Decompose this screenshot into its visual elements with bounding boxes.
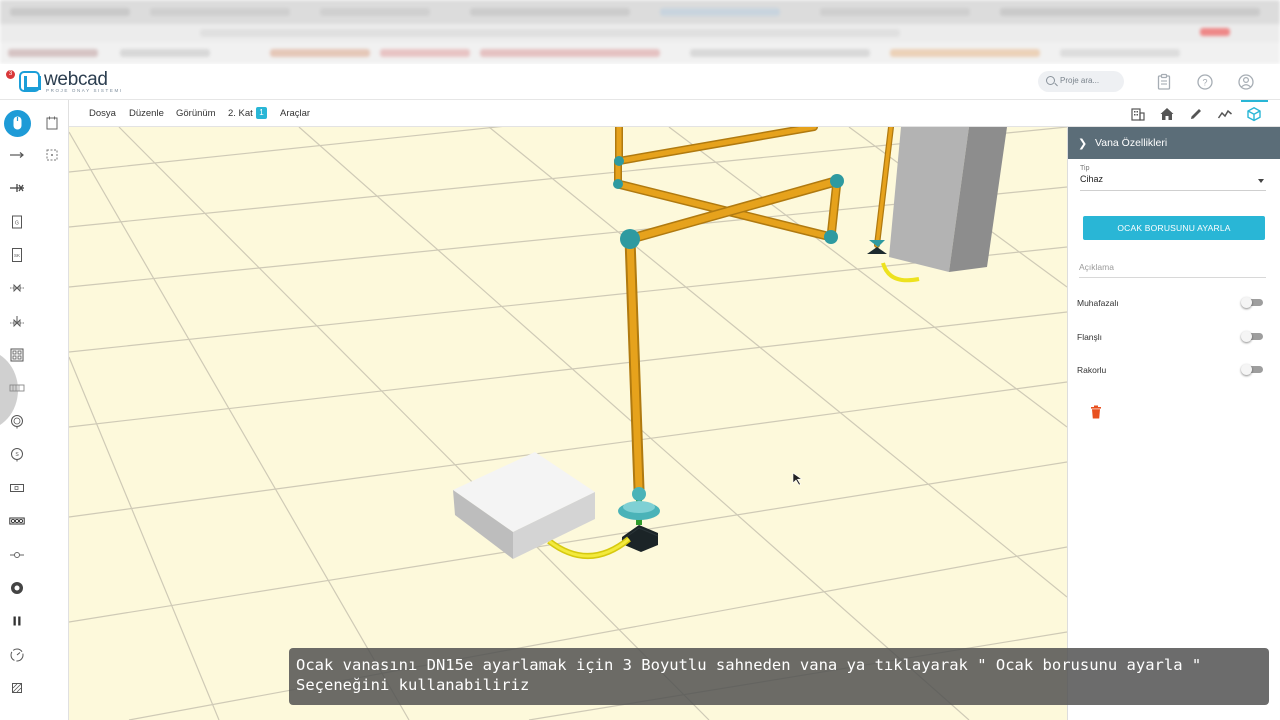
menu-araclar[interactable]: Araçlar xyxy=(280,108,310,119)
arrow-right-icon xyxy=(10,152,24,158)
pipe-tool[interactable] xyxy=(8,146,26,164)
circle-icon xyxy=(11,582,23,594)
radiator-tool[interactable] xyxy=(8,479,26,497)
floor-badge: 1 xyxy=(256,107,267,119)
project-search-input[interactable]: Proje ara... xyxy=(1038,71,1124,92)
sk-device-icon: SK xyxy=(12,248,22,262)
logo-subtitle: PROJE ONAY SISTEMI xyxy=(46,88,123,93)
grid-device-icon xyxy=(10,348,24,362)
panel-icon xyxy=(9,384,25,392)
grid-device-tool[interactable] xyxy=(8,346,26,364)
meter-icon: G xyxy=(12,215,22,229)
pause-icon xyxy=(13,616,21,626)
clock-tool[interactable] xyxy=(8,646,26,664)
chevron-right-icon[interactable]: ❯ xyxy=(1078,137,1087,150)
active-view-indicator xyxy=(1241,100,1268,102)
sk-device-tool[interactable]: SK xyxy=(8,246,26,264)
search-icon xyxy=(1046,76,1055,85)
svg-text:SK: SK xyxy=(14,253,20,258)
menu-dosya[interactable]: Dosya xyxy=(89,108,116,119)
panel-header[interactable]: ❯ Vana Özellikleri xyxy=(1068,127,1280,159)
boiler-icon xyxy=(9,517,25,525)
menu-floor[interactable]: 2. Kat xyxy=(228,108,253,119)
chevron-down-icon xyxy=(1258,179,1264,183)
svg-text:S: S xyxy=(15,452,19,458)
description-placeholder: Açıklama xyxy=(1079,262,1114,272)
select-tool-button[interactable] xyxy=(4,110,31,137)
toggle-label-rakorlu: Rakorlu xyxy=(1077,365,1107,375)
3d-scene-viewport[interactable] xyxy=(69,127,1067,720)
menu-bar: Dosya Düzenle Görünüm 2. Kat 1 Araçlar xyxy=(69,100,1280,127)
user-account-icon[interactable] xyxy=(1237,73,1255,91)
app-header: 3 webcad PROJE ONAY SISTEMI Proje ara...… xyxy=(0,64,1280,100)
help-icon[interactable]: ? xyxy=(1196,73,1214,91)
hatch-icon xyxy=(12,683,22,693)
gauge-tool[interactable] xyxy=(8,412,26,430)
connector-icon xyxy=(10,552,24,558)
boiler-tool[interactable] xyxy=(8,512,26,530)
browser-bookmarks-bar xyxy=(0,42,1280,64)
dimension-icon xyxy=(46,149,58,161)
panel-tool[interactable] xyxy=(8,379,26,397)
menu-gorunum[interactable]: Görünüm xyxy=(176,108,216,119)
valve-tool[interactable] xyxy=(8,279,26,297)
set-cooker-pipe-button[interactable]: OCAK BORUSUNU AYARLA xyxy=(1083,216,1265,240)
toggle-label-muhafazali: Muhafazalı xyxy=(1077,298,1119,308)
pencil-icon[interactable] xyxy=(1188,106,1204,122)
mouse-icon xyxy=(13,116,22,130)
search-placeholder: Proje ara... xyxy=(1060,76,1100,85)
3d-scene-canvas[interactable] xyxy=(69,127,1067,720)
cube-icon[interactable] xyxy=(1246,106,1262,122)
trash-icon[interactable] xyxy=(1090,405,1102,419)
line-chart-icon[interactable] xyxy=(1217,106,1233,122)
left-toolbar: G SK S xyxy=(0,100,69,720)
svg-text:?: ? xyxy=(1202,78,1207,88)
notification-badge[interactable]: 3 xyxy=(6,70,15,79)
target-tool[interactable]: S xyxy=(8,445,26,463)
valve-icon xyxy=(10,283,24,293)
radiator-icon xyxy=(10,484,24,492)
clock-icon xyxy=(10,648,24,662)
clipboard-icon[interactable] xyxy=(1155,73,1173,91)
building-icon[interactable] xyxy=(1130,106,1146,122)
calendar-tool[interactable] xyxy=(43,114,61,132)
browser-address-bar xyxy=(0,24,1280,42)
valve-properties-panel: ❯ Vana Özellikleri Tip Cihaz OCAK BORUSU… xyxy=(1067,127,1280,720)
regulator-icon xyxy=(10,316,24,328)
webcad-logo-icon xyxy=(19,71,41,92)
pipe-cut-icon xyxy=(10,184,24,192)
hatch-tool[interactable] xyxy=(8,679,26,697)
type-select[interactable]: Cihaz xyxy=(1080,174,1266,191)
calendar-icon xyxy=(46,116,58,130)
gauge-icon xyxy=(11,415,23,429)
browser-tab-strip xyxy=(0,0,1280,24)
dimension-tool[interactable] xyxy=(43,146,61,164)
tutorial-caption: Ocak vanasını DN15e ayarlamak için 3 Boy… xyxy=(289,648,1269,705)
home-icon[interactable] xyxy=(1159,106,1175,122)
pause-tool[interactable] xyxy=(8,612,26,630)
toggle-rakorlu[interactable] xyxy=(1241,364,1265,375)
pipe-cut-tool[interactable] xyxy=(8,179,26,197)
connector-tool[interactable] xyxy=(8,546,26,564)
toggle-muhafazali[interactable] xyxy=(1241,297,1265,308)
panel-title: Vana Özellikleri xyxy=(1095,137,1168,149)
toggle-flansli[interactable] xyxy=(1241,331,1265,342)
type-label: Tip xyxy=(1080,165,1090,172)
browser-chrome xyxy=(0,0,1280,64)
toggle-label-flansli: Flanşlı xyxy=(1077,332,1103,342)
description-input[interactable]: Açıklama xyxy=(1079,262,1266,278)
type-select-value: Cihaz xyxy=(1080,174,1104,184)
circle-tool[interactable] xyxy=(8,579,26,597)
menu-duzenle[interactable]: Düzenle xyxy=(129,108,164,119)
meter-tool[interactable]: G xyxy=(8,213,26,231)
regulator-tool[interactable] xyxy=(8,312,26,330)
svg-text:G: G xyxy=(15,221,19,227)
target-icon: S xyxy=(11,448,23,462)
